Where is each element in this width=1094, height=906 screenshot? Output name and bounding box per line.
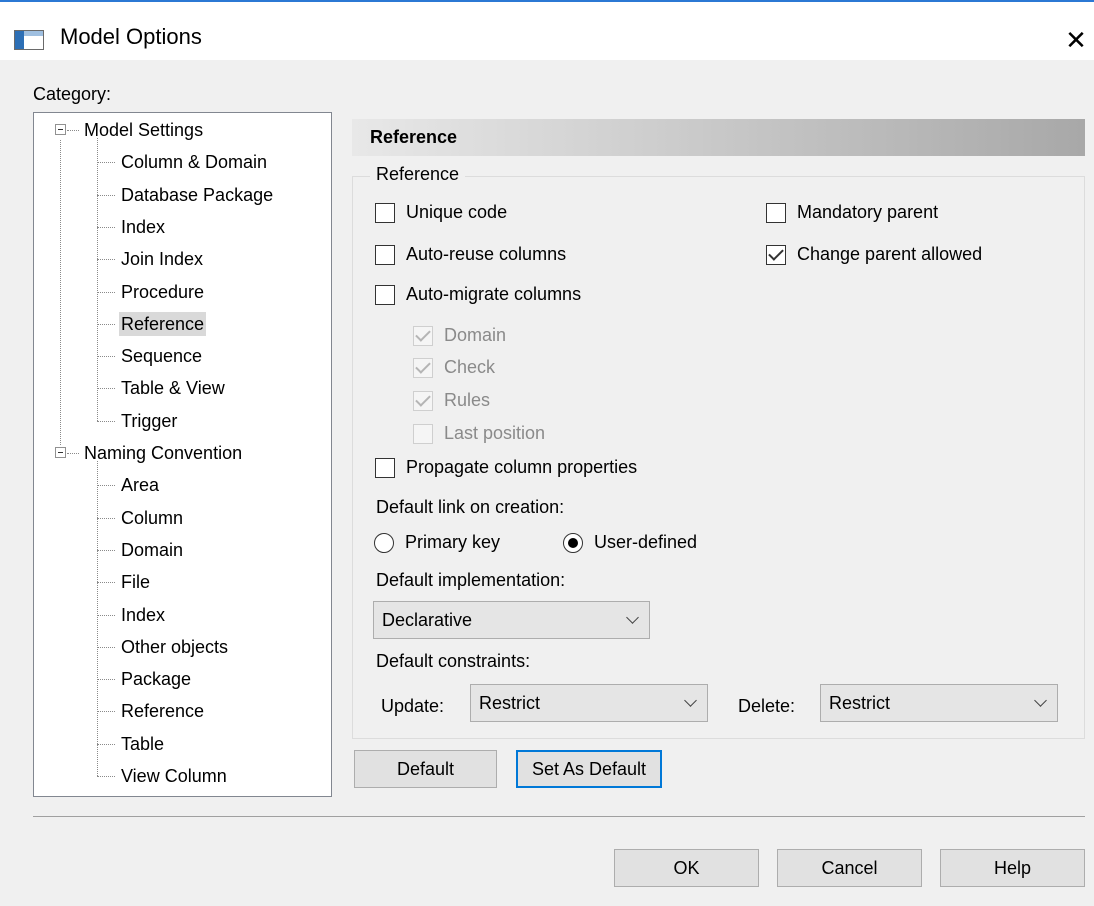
check-label: Check (444, 357, 496, 377)
tree-leaf[interactable]: Index (119, 603, 167, 627)
user-defined-label[interactable]: User-defined (594, 532, 697, 553)
chevron-down-icon (684, 694, 697, 707)
rules-label: Rules (444, 390, 491, 410)
tree-leaf[interactable]: Other objects (119, 635, 230, 659)
default-implementation-select[interactable]: Declarative (373, 601, 650, 639)
unique-code-checkbox[interactable] (375, 203, 395, 223)
primary-key-radio[interactable] (374, 533, 394, 553)
auto-migrate-columns-label[interactable]: Auto-migrate columns (406, 284, 581, 305)
delete-label: Delete: (738, 696, 796, 716)
app-window-icon (14, 30, 44, 50)
domain-label: Domain (444, 325, 507, 345)
tree-leaf[interactable]: Area (119, 473, 161, 497)
tree-leaf[interactable]: Join Index (119, 247, 205, 271)
checkmark-icon (415, 391, 431, 407)
window-title: Model Options (60, 24, 202, 49)
set-as-default-button[interactable]: Set As Default (516, 750, 662, 788)
change-parent-allowed-label[interactable]: Change parent allowed (797, 244, 982, 265)
mandatory-parent-label[interactable]: Mandatory parent (797, 202, 938, 223)
tree-leaf[interactable]: File (119, 570, 152, 594)
tree-leaf[interactable]: Column (119, 506, 185, 530)
primary-key-label[interactable]: Primary key (405, 532, 500, 553)
category-tree[interactable]: Model Settings Column & Domain Database Pa… (33, 112, 332, 797)
auto-migrate-columns-checkbox[interactable] (375, 285, 395, 305)
checkmark-icon (768, 245, 784, 261)
tree-node[interactable]: Naming Convention (82, 441, 244, 465)
update-constraint-value: Restrict (479, 693, 541, 713)
user-defined-radio[interactable] (563, 533, 583, 553)
ok-button[interactable]: OK (614, 849, 759, 887)
close-icon[interactable]: ✕ (1058, 22, 1094, 58)
propagate-column-properties-checkbox[interactable] (375, 458, 395, 478)
section-header-title: Reference (370, 127, 458, 147)
groupbox-title: Reference (370, 164, 466, 185)
section-header: Reference (352, 119, 1085, 156)
default-implementation-label: Default implementation: (376, 570, 566, 590)
delete-constraint-value: Restrict (829, 693, 891, 713)
tree-node[interactable]: Model Settings (82, 118, 205, 142)
auto-reuse-columns-label[interactable]: Auto-reuse columns (406, 244, 566, 265)
tree-leaf[interactable]: Database Package (119, 183, 275, 207)
cancel-button[interactable]: Cancel (777, 849, 922, 887)
default-link-label: Default link on creation: (376, 497, 565, 517)
tree-leaf[interactable]: Domain (119, 538, 185, 562)
unique-code-label[interactable]: Unique code (406, 202, 507, 223)
default-constraints-label: Default constraints: (376, 651, 531, 671)
help-button[interactable]: Help (940, 849, 1085, 887)
update-constraint-select[interactable]: Restrict (470, 684, 708, 722)
check-checkbox (413, 358, 433, 378)
auto-reuse-columns-checkbox[interactable] (375, 245, 395, 265)
tree-leaf[interactable]: Package (119, 667, 193, 691)
checkmark-icon (415, 326, 431, 342)
tree-collapse-icon[interactable] (55, 124, 66, 135)
title-bar[interactable]: Model Options ✕ (0, 2, 1094, 60)
domain-checkbox (413, 326, 433, 346)
tree-leaf[interactable]: Column & Domain (119, 150, 269, 174)
chevron-down-icon (1034, 694, 1047, 707)
tree-leaf[interactable]: Table & View (119, 376, 227, 400)
tree-leaf[interactable]: Sequence (119, 344, 204, 368)
propagate-column-properties-label[interactable]: Propagate column properties (406, 457, 637, 478)
default-implementation-value: Declarative (382, 610, 473, 630)
tree-leaf[interactable]: View Column (119, 764, 229, 788)
tree-leaf[interactable]: Index (119, 215, 167, 239)
chevron-down-icon (626, 611, 639, 624)
tree-leaf[interactable]: Trigger (119, 409, 179, 433)
tree-collapse-icon[interactable] (55, 447, 66, 458)
last-position-checkbox (413, 424, 433, 444)
category-label: Category: (33, 84, 112, 104)
rules-checkbox (413, 391, 433, 411)
delete-constraint-select[interactable]: Restrict (820, 684, 1058, 722)
tree-leaf[interactable]: Procedure (119, 280, 206, 304)
default-button[interactable]: Default (354, 750, 497, 788)
tree-leaf[interactable]: Reference (119, 699, 206, 723)
footer-separator (33, 816, 1085, 817)
mandatory-parent-checkbox[interactable] (766, 203, 786, 223)
update-label: Update: (381, 696, 445, 716)
change-parent-allowed-checkbox[interactable] (766, 245, 786, 265)
checkmark-icon (415, 358, 431, 374)
tree-leaf[interactable]: Reference (119, 311, 207, 336)
tree-leaf[interactable]: Table (119, 732, 166, 756)
last-position-label: Last position (444, 423, 546, 443)
radio-selected-dot-icon (568, 538, 578, 548)
